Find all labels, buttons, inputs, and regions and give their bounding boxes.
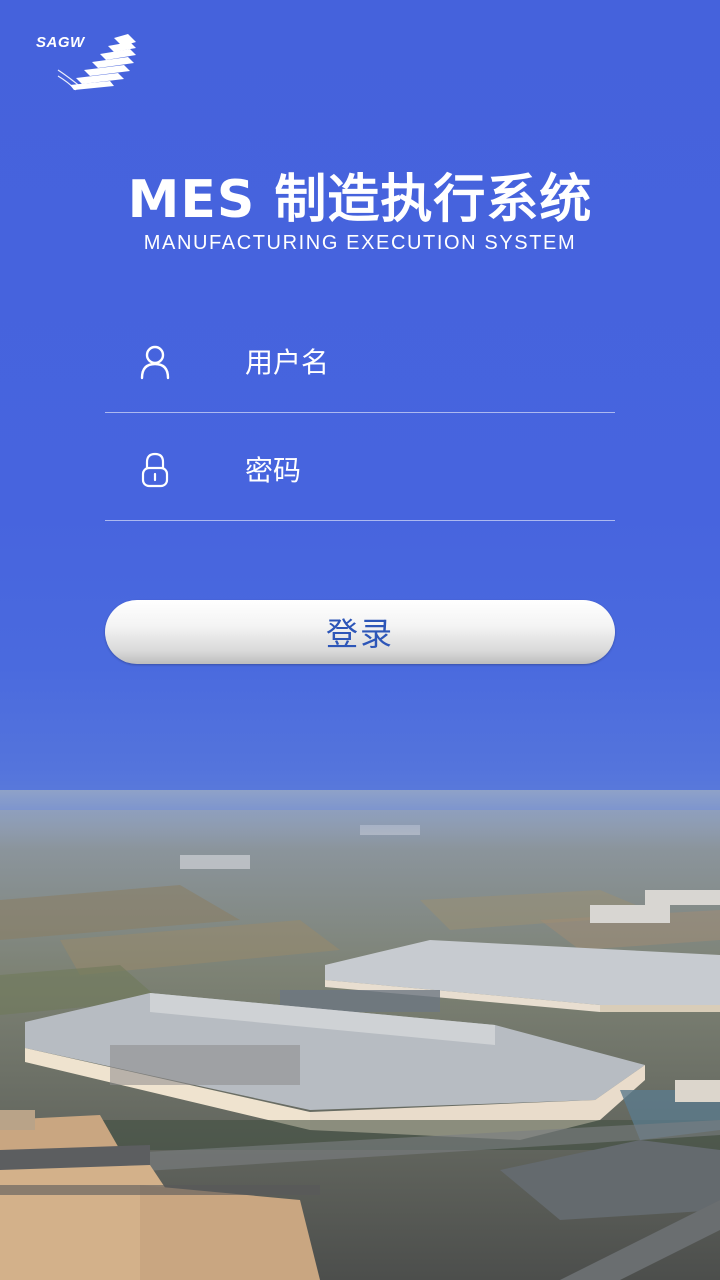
username-field-row: [105, 312, 615, 413]
password-field-row: [105, 420, 615, 521]
user-icon: [140, 345, 170, 380]
page-subtitle: MANUFACTURING EXECUTION SYSTEM: [143, 232, 577, 254]
company-logo: SAGW: [36, 32, 140, 92]
login-button[interactable]: 登录: [105, 600, 615, 664]
lock-icon: [141, 452, 169, 488]
factory-aerial-background: [0, 790, 720, 1280]
password-input[interactable]: [245, 448, 605, 492]
page-title: MES 制造执行系统: [127, 170, 593, 230]
username-input[interactable]: [245, 340, 605, 384]
sagw-stripes-logo-icon: [57, 34, 136, 91]
